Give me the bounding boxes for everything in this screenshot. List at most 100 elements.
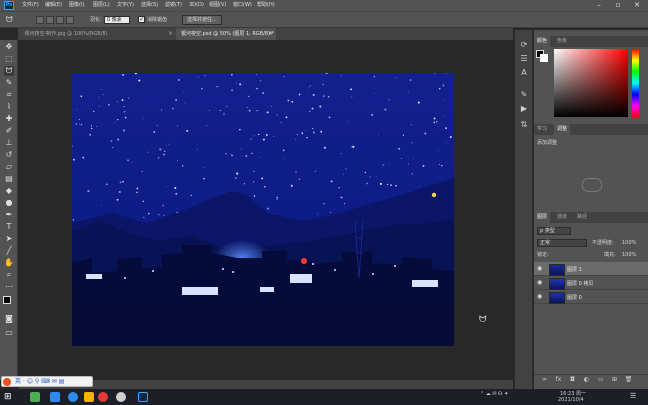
visibility-eye-icon[interactable]: ◉ — [537, 279, 542, 286]
quick-mask-icon[interactable]: ◙ — [4, 314, 14, 324]
new-selection-icon[interactable] — [36, 16, 44, 24]
layer-kind-filter[interactable]: ρ 类型 — [537, 227, 571, 235]
select-and-mask-button[interactable]: 选择并遮住... — [182, 15, 222, 25]
menu-type[interactable]: 文字(Y) — [117, 1, 134, 10]
layer-row[interactable]: ◉ 图层 0 — [534, 290, 648, 304]
antialias-checkbox[interactable]: ✓ — [138, 16, 145, 23]
tab-channels[interactable]: 通道 — [554, 212, 570, 223]
marquee-tool-icon[interactable]: ⬚ — [4, 54, 14, 64]
opacity-value[interactable]: 100% — [622, 238, 636, 248]
properties-panel-icon[interactable]: ☰ — [519, 54, 529, 64]
hand-tool-icon[interactable]: ✋ — [4, 258, 14, 268]
taskbar: ⊞ ⌃ ☁ ✉ ☊ ✦ 16:23 周一 2021/10/4 ☰ — [0, 389, 648, 405]
minimize-icon[interactable]: – — [592, 0, 606, 11]
intersect-selection-icon[interactable] — [66, 16, 74, 24]
browser-icon[interactable] — [68, 392, 78, 402]
blur-tool-icon[interactable]: ◆ — [4, 186, 14, 196]
move-tool-icon[interactable]: ✥ — [4, 42, 14, 52]
delete-layer-icon[interactable]: 🗑 — [624, 375, 633, 384]
chrome-icon[interactable] — [98, 392, 108, 402]
menu-filter[interactable]: 滤镜(T) — [165, 1, 182, 10]
close-tab-icon[interactable]: × — [268, 28, 273, 40]
add-mask-icon[interactable]: ◘ — [568, 375, 577, 384]
menu-window[interactable]: 窗口(W) — [233, 1, 252, 10]
gradient-tool-icon[interactable]: ▤ — [4, 174, 14, 184]
menu-layer[interactable]: 图层(L) — [93, 1, 110, 10]
adjust-panel-icon[interactable]: ⇅ — [519, 120, 529, 130]
tab-document-2[interactable]: 银河夜空.psd @ 50% (图层 1, RGB/8) * × — [176, 28, 276, 40]
menu-image[interactable]: 图像(I) — [69, 1, 84, 10]
history-panel-icon[interactable]: ⟳ — [519, 40, 529, 50]
link-layers-icon[interactable]: ∞ — [540, 375, 549, 384]
tab-document-1[interactable]: ·银河夜空·制作.jpg @ 100%(RGB/8) × — [18, 28, 176, 40]
quick-select-tool-icon[interactable]: ✎ — [4, 78, 14, 88]
subtract-selection-icon[interactable] — [56, 16, 64, 24]
hue-slider[interactable] — [632, 49, 639, 117]
notification-icon[interactable]: ☰ — [630, 392, 636, 400]
new-adjustment-icon[interactable]: ◐ — [582, 375, 591, 384]
visibility-eye-icon[interactable]: ◉ — [537, 293, 542, 300]
menu-3d[interactable]: 3D(D) — [189, 1, 204, 10]
clock-date[interactable]: 2021/10/4 — [558, 397, 584, 403]
fill-value[interactable]: 100% — [622, 250, 636, 260]
close-tab-icon[interactable]: × — [168, 28, 173, 40]
character-panel-icon[interactable]: A — [519, 68, 529, 78]
background-swatch[interactable] — [540, 54, 548, 62]
layer-style-icon[interactable]: fx — [554, 375, 563, 384]
folder-icon[interactable] — [84, 392, 94, 402]
line-tool-icon[interactable]: ╱ — [4, 246, 14, 256]
tab-paths[interactable]: 路径 — [574, 212, 590, 223]
feather-input[interactable]: 0 像素 — [104, 16, 130, 24]
brush-tool-icon[interactable]: ✐ — [4, 126, 14, 136]
lasso-preset-icon[interactable]: ᗢ — [6, 15, 20, 25]
brush-panel-icon[interactable]: ✎ — [519, 90, 529, 100]
screen-mode-icon[interactable]: ▭ — [4, 328, 14, 338]
menu-select[interactable]: 选择(S) — [141, 1, 158, 10]
dodge-tool-icon[interactable]: ● — [4, 198, 14, 208]
blend-mode-select[interactable]: 正常 — [537, 239, 587, 247]
menu-file[interactable]: 文件(F) — [22, 1, 39, 10]
add-selection-icon[interactable] — [46, 16, 54, 24]
crop-tool-icon[interactable]: ⌗ — [4, 90, 14, 100]
color-picker-field[interactable] — [554, 49, 628, 117]
maximize-icon[interactable]: ▫ — [611, 0, 625, 11]
tab-adjustments[interactable]: 调整 — [554, 124, 571, 135]
more-tools-icon[interactable]: ⋯ — [4, 282, 14, 292]
layer-row[interactable]: ◉ 图层 1 — [534, 262, 648, 276]
tab-swatches[interactable]: 色板 — [554, 36, 570, 47]
photoshop-task-icon[interactable] — [138, 392, 148, 402]
windows-start-icon[interactable]: ⊞ — [4, 392, 14, 402]
new-group-icon[interactable]: ▭ — [596, 375, 605, 384]
tab-color[interactable]: 颜色 — [534, 36, 551, 47]
layer-row[interactable]: ◉ 图层 0 拷贝 — [534, 276, 648, 290]
pen-tool-icon[interactable]: ✒ — [4, 210, 14, 220]
visibility-eye-icon[interactable]: ◉ — [537, 265, 542, 272]
zoom-tool-icon[interactable]: ⌕ — [4, 270, 14, 280]
app-icon[interactable] — [30, 392, 40, 402]
menu-help[interactable]: 帮助(H) — [257, 1, 275, 10]
type-tool-icon[interactable]: T — [4, 222, 14, 232]
lasso-tool-icon[interactable]: ᗢ — [4, 66, 14, 76]
stamp-tool-icon[interactable]: ⊥ — [4, 138, 14, 148]
healing-brush-tool-icon[interactable]: ✚ — [4, 114, 14, 124]
clock-time[interactable]: 16:23 周一 — [560, 390, 586, 397]
eyedropper-tool-icon[interactable]: ⌇ — [4, 102, 14, 112]
eraser-tool-icon[interactable]: ▱ — [4, 162, 14, 172]
tray-icons[interactable]: ⌃ ☁ ✉ ☊ ✦ — [480, 391, 540, 397]
tab-layers[interactable]: 图层 — [534, 212, 551, 223]
tab-learn[interactable]: 学习 — [534, 124, 550, 135]
path-select-tool-icon[interactable]: ➤ — [4, 234, 14, 244]
app-icon[interactable] — [116, 392, 126, 402]
app-icon[interactable] — [50, 392, 60, 402]
history-brush-tool-icon[interactable]: ↺ — [4, 150, 14, 160]
canvas-area[interactable]: ᗢ — [19, 40, 513, 380]
close-window-icon[interactable]: ✕ — [630, 0, 644, 11]
ime-toolbar[interactable]: 英 · ☺ ⚲ ⌨ ✉ ▤ — [1, 376, 93, 387]
menu-view[interactable]: 视图(V) — [209, 1, 226, 10]
document-image[interactable] — [72, 73, 454, 346]
foreground-color-swatch[interactable] — [3, 296, 11, 304]
actions-panel-icon[interactable]: ▶ — [519, 104, 529, 114]
new-layer-icon[interactable]: ⊞ — [610, 375, 619, 384]
menu-edit[interactable]: 编辑(E) — [45, 1, 62, 10]
photoshop-logo: Ps — [4, 1, 14, 10]
